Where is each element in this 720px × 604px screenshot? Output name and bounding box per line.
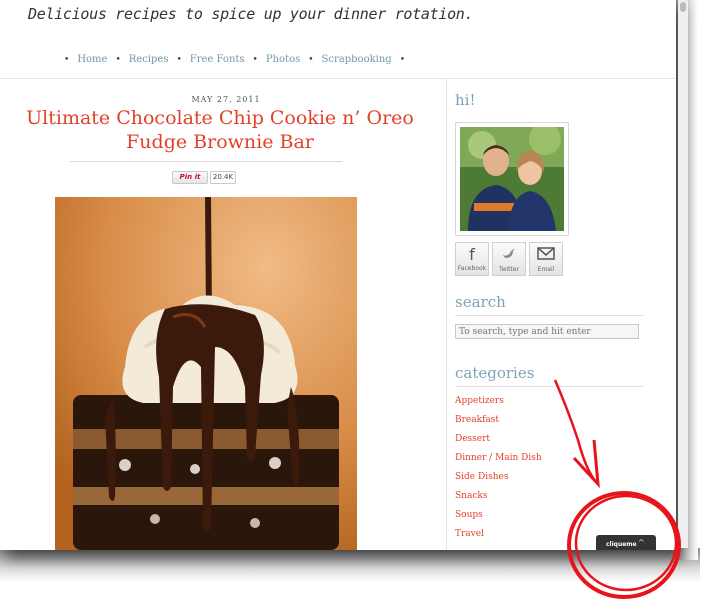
title-divider xyxy=(70,161,342,162)
sidebar-divider xyxy=(446,79,447,550)
nav-item-home[interactable]: • Home xyxy=(56,54,107,65)
category-side-dishes[interactable]: Side Dishes xyxy=(455,471,542,490)
search-heading: search xyxy=(455,293,506,311)
pin-it-button[interactable]: Pin it xyxy=(172,171,208,184)
dessert-illustration xyxy=(55,197,357,550)
category-dessert[interactable]: Dessert xyxy=(455,433,542,452)
categories-heading-rule xyxy=(455,386,643,387)
chevron-up-icon: ^ xyxy=(638,538,645,547)
twitter-bird-icon xyxy=(493,245,525,266)
main-nav: • Home • Recipes • Free Fonts • Photos • Scra… xyxy=(56,54,413,65)
cliqueme-widget-tab[interactable]: cliqueme ^ xyxy=(596,535,656,550)
nav-item-free-fonts[interactable]: • Free Fonts xyxy=(168,54,244,65)
nav-item-recipes[interactable]: • Recipes xyxy=(107,54,168,65)
nav-item-scrapbooking[interactable]: • Scrapbooking • xyxy=(300,54,413,65)
page-scrollbar[interactable] xyxy=(678,0,688,548)
search-input[interactable] xyxy=(455,324,639,339)
author-photo-frame xyxy=(455,122,569,236)
categories-heading: categories xyxy=(455,364,535,382)
categories-list: Appetizers Breakfast Dessert Dinner / Ma… xyxy=(455,395,542,547)
header-divider xyxy=(0,78,676,79)
category-soups[interactable]: Soups xyxy=(455,509,542,528)
search-heading-rule xyxy=(455,315,643,316)
window-shadow-bottom xyxy=(0,548,700,582)
author-photo xyxy=(460,127,564,231)
email-button[interactable]: Email xyxy=(529,242,563,276)
category-dinner-main-dish[interactable]: Dinner / Main Dish xyxy=(455,452,542,471)
sidebar-greeting: hi! xyxy=(455,91,476,109)
site-tagline: Delicious recipes to spice up your dinne… xyxy=(28,5,474,23)
category-travel[interactable]: Travel xyxy=(455,528,542,547)
category-breakfast[interactable]: Breakfast xyxy=(455,414,542,433)
post-title[interactable]: Ultimate Chocolate Chip Cookie n’ Oreo F… xyxy=(8,106,432,154)
brownie-dessert-photo xyxy=(55,197,357,550)
browser-page: Delicious recipes to spice up your dinne… xyxy=(0,0,676,550)
envelope-icon xyxy=(530,245,562,266)
scrollbar-thumb[interactable] xyxy=(680,2,686,12)
post-date: MAY 27, 2011 xyxy=(191,95,261,104)
facebook-button[interactable]: f Facebook xyxy=(455,242,489,276)
twitter-button[interactable]: Twitter xyxy=(492,242,526,276)
category-snacks[interactable]: Snacks xyxy=(455,490,542,509)
pin-count-badge: 20.4K xyxy=(210,171,236,184)
category-appetizers[interactable]: Appetizers xyxy=(455,395,542,414)
facebook-icon: f xyxy=(469,245,475,264)
nav-item-photos[interactable]: • Photos xyxy=(245,54,301,65)
